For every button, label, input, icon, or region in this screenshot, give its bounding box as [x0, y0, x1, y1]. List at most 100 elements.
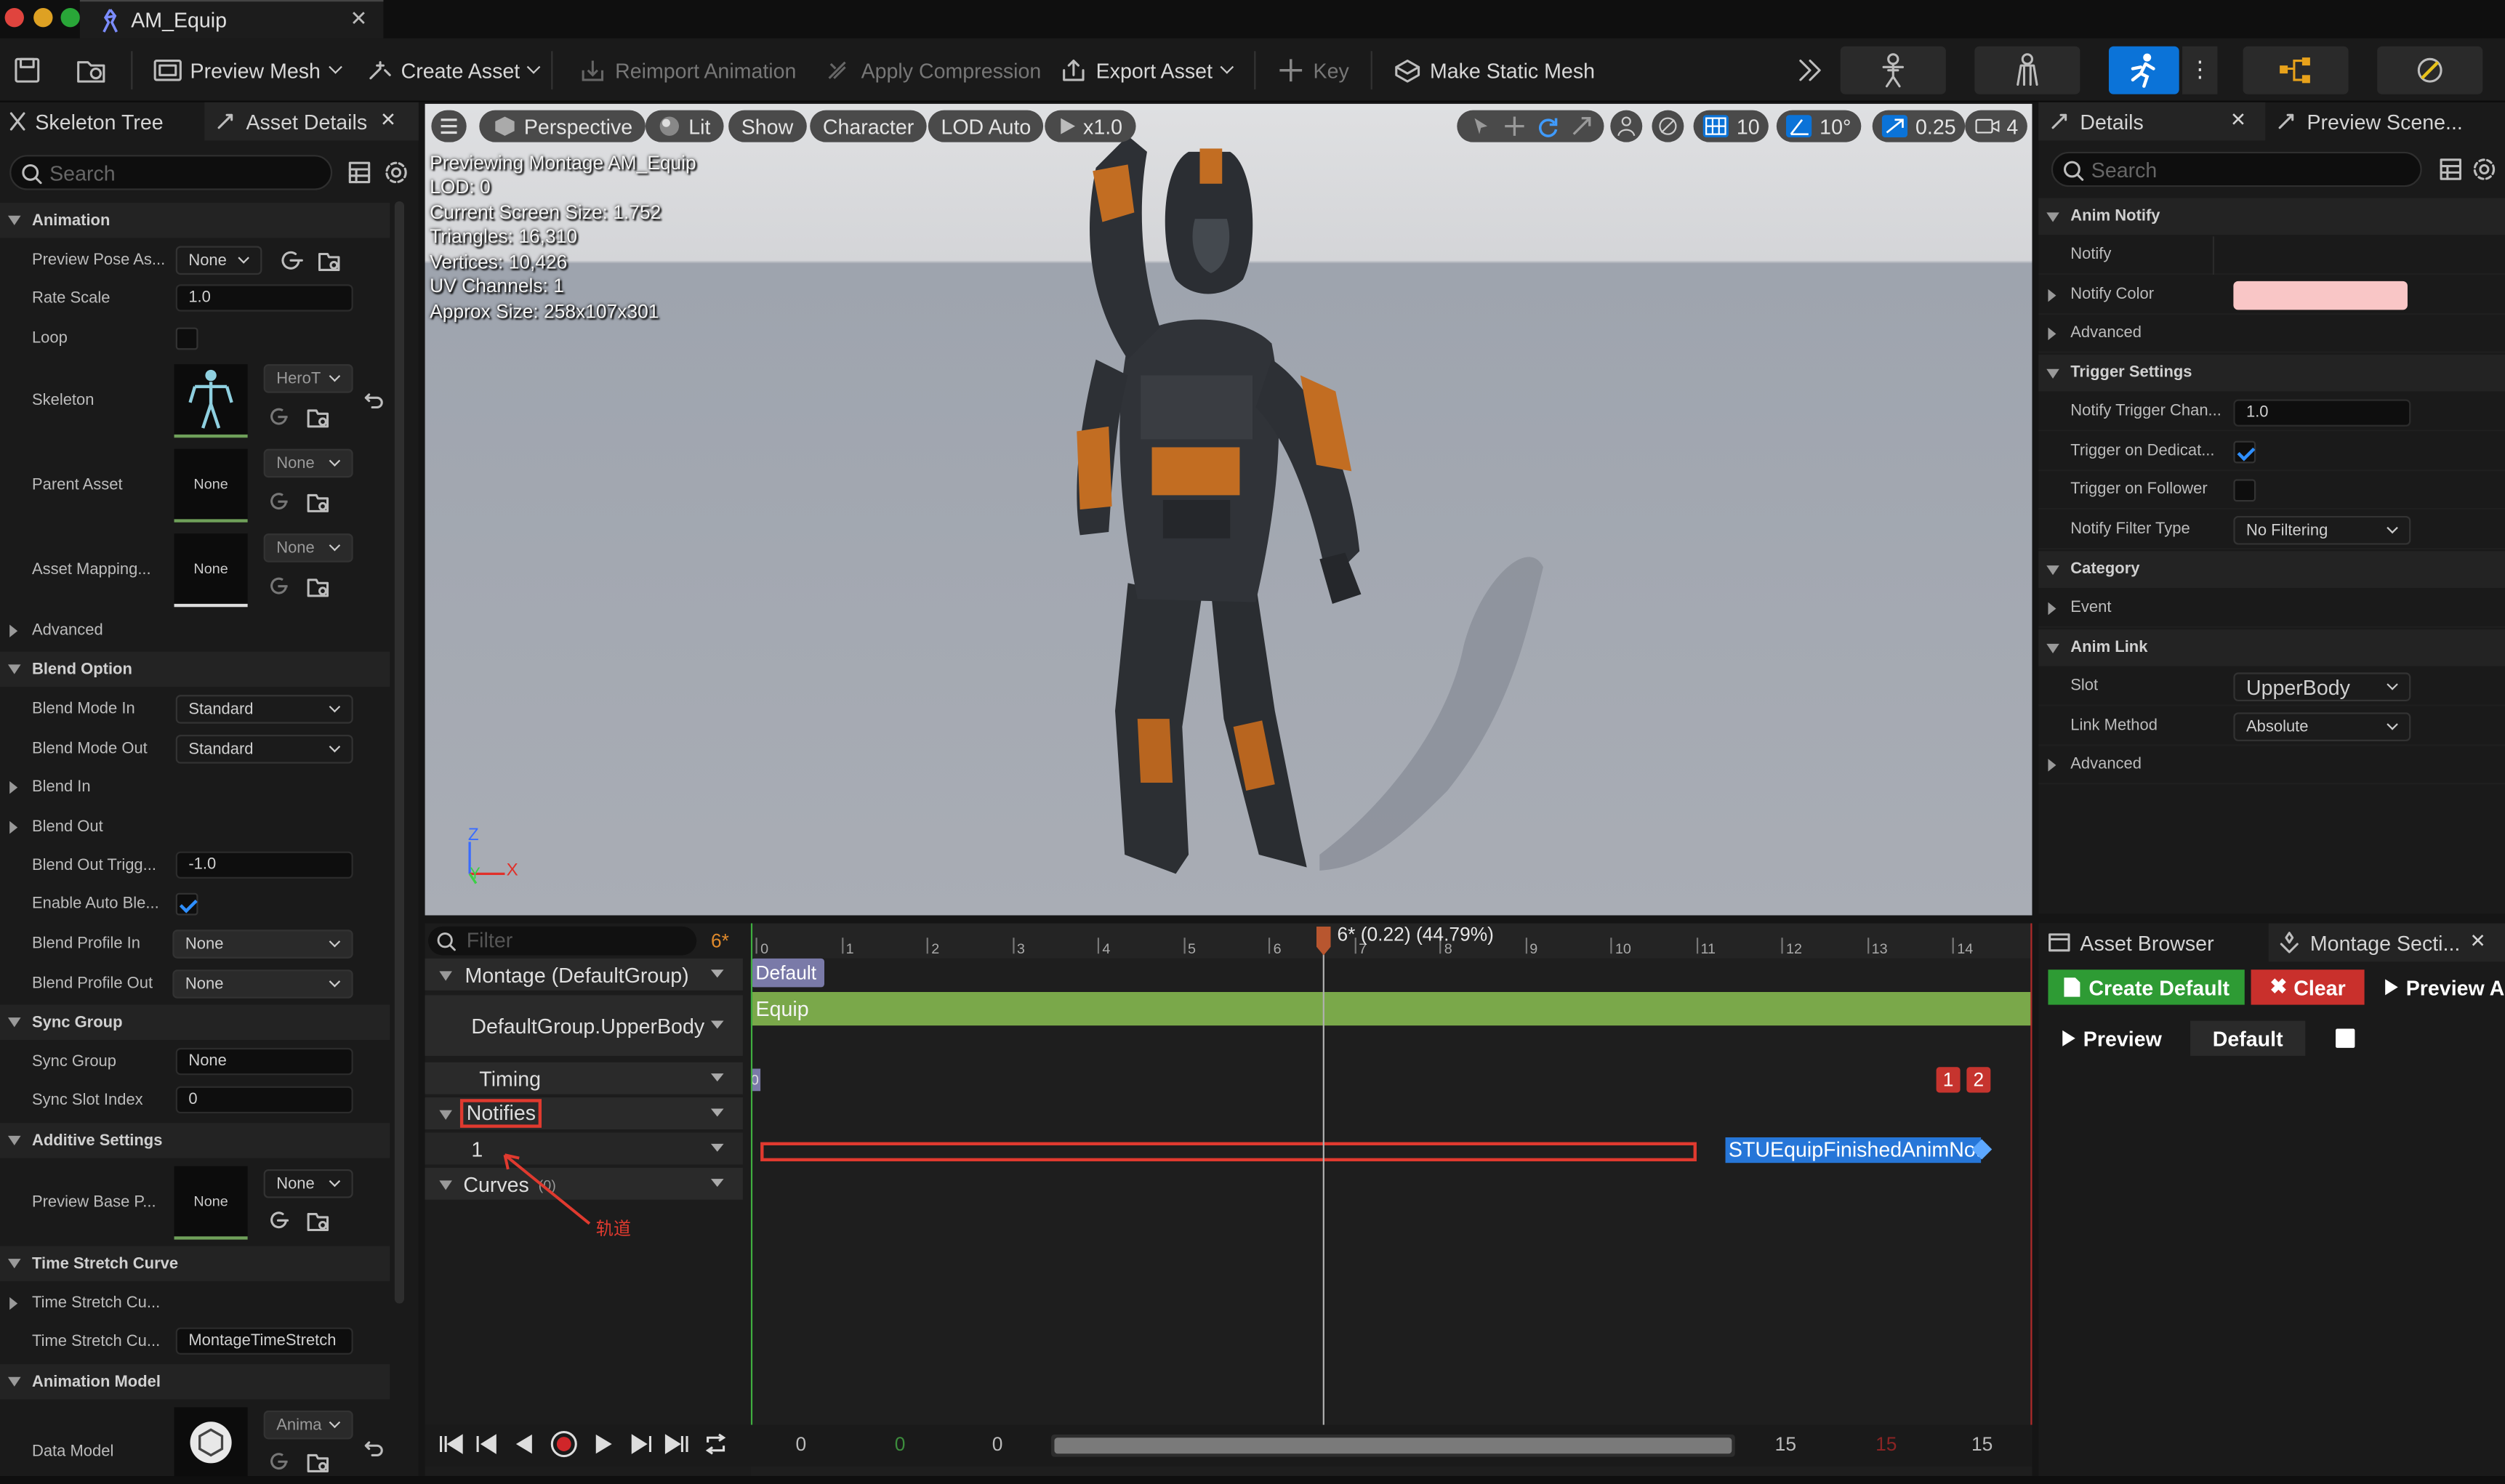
playback-start-readout[interactable]: 0: [992, 1433, 1003, 1456]
go-to-start-button[interactable]: [435, 1425, 467, 1464]
maximize-window-button[interactable]: [60, 7, 80, 28]
category-anim-notify[interactable]: Anim Notify: [2038, 198, 2505, 235]
category-blend-option[interactable]: Blend Option: [0, 651, 390, 687]
use-selected-arrow-icon[interactable]: [268, 1451, 291, 1473]
notify-filter-type-dropdown[interactable]: No Filtering: [2233, 515, 2411, 545]
more-tools-icon[interactable]: [1796, 57, 1825, 83]
tab-preview-scene[interactable]: Preview Scene...: [2275, 102, 2505, 141]
record-button[interactable]: [547, 1425, 582, 1464]
table-view-icon[interactable]: [348, 161, 371, 184]
segment-equip[interactable]: Equip: [750, 991, 2032, 1026]
lod-button[interactable]: LOD Auto: [928, 110, 1044, 142]
preview-viewport[interactable]: Perspective Lit Show Character LOD Auto …: [425, 103, 2032, 916]
close-tab-icon[interactable]: ✕: [2470, 929, 2486, 952]
category-anim-link[interactable]: Anim Link: [2038, 629, 2505, 666]
section-link-checkbox[interactable]: [2336, 1028, 2355, 1048]
parent-asset-dropdown[interactable]: None: [263, 448, 353, 478]
tab-asset-details[interactable]: Asset Details ✕: [204, 102, 419, 141]
tab-montage-sections[interactable]: Montage Secti... ✕: [2268, 923, 2505, 962]
row-advanced[interactable]: Advanced: [2038, 315, 2505, 353]
scale-icon[interactable]: [1569, 115, 1592, 137]
working-start-readout[interactable]: 0: [895, 1433, 906, 1456]
view-end-readout[interactable]: 15: [1971, 1433, 1993, 1456]
category-sync-group[interactable]: Sync Group: [0, 1004, 390, 1040]
details-right-search-input[interactable]: Search: [2051, 151, 2422, 187]
preview-button[interactable]: Preview: [2061, 1021, 2173, 1056]
blend-mode-in-dropdown[interactable]: Standard: [175, 695, 353, 724]
loop-checkbox[interactable]: [175, 327, 198, 350]
timeline-scroll-track[interactable]: [1051, 1434, 1735, 1457]
table-view-icon[interactable]: [2440, 158, 2462, 181]
category-category[interactable]: Category: [2038, 551, 2505, 588]
skeleton-mode-button[interactable]: [1840, 46, 1946, 94]
close-tab-icon[interactable]: ✕: [2230, 108, 2246, 131]
enable-auto-blend-checkbox[interactable]: [175, 892, 198, 916]
close-tab-icon[interactable]: ✕: [350, 7, 368, 32]
tab-asset-browser[interactable]: Asset Browser: [2038, 923, 2265, 961]
blueprint-mode-button[interactable]: [2243, 46, 2349, 94]
details-scrollbar[interactable]: [394, 201, 405, 1304]
minimize-window-button[interactable]: [33, 7, 53, 28]
category-time-stretch-curve[interactable]: Time Stretch Curve: [0, 1246, 390, 1281]
preview-base-dropdown[interactable]: None: [263, 1169, 353, 1198]
row-event[interactable]: Event: [2038, 589, 2505, 628]
gear-icon[interactable]: [383, 160, 409, 185]
category-additive-settings[interactable]: Additive Settings: [0, 1123, 390, 1158]
viewport-menu-button[interactable]: [431, 110, 467, 142]
camera-speed-button[interactable]: 4: [1965, 110, 2028, 142]
notify-color-swatch[interactable]: [2233, 281, 2408, 310]
step-back-button[interactable]: [470, 1425, 502, 1464]
time-stretch-curve-field[interactable]: MontageTimeStretch: [175, 1327, 353, 1355]
asset-mapping-thumbnail[interactable]: None: [174, 533, 248, 608]
blend-out-trigger-field[interactable]: -1.0: [175, 851, 353, 879]
lit-button[interactable]: Lit: [645, 110, 723, 142]
use-selected-arrow-icon[interactable]: [268, 575, 291, 597]
notify-trigger-chance-field[interactable]: 1.0: [2233, 399, 2411, 427]
world-local-toggle[interactable]: [1610, 110, 1643, 142]
sync-group-field[interactable]: None: [175, 1047, 353, 1076]
skeleton-thumbnail[interactable]: [174, 364, 248, 438]
preview-pose-dropdown[interactable]: None: [175, 246, 262, 275]
browse-folder-icon[interactable]: [305, 491, 331, 513]
loop-button[interactable]: [700, 1425, 732, 1464]
scale-snap-button[interactable]: 0.25: [1872, 110, 1966, 142]
gear-icon[interactable]: [2472, 156, 2497, 182]
rate-scale-field[interactable]: 1.0: [175, 284, 353, 312]
row-advanced[interactable]: Advanced: [0, 613, 390, 648]
blend-mode-out-dropdown[interactable]: Standard: [175, 735, 353, 764]
notify-event[interactable]: STUEquipFinishedAnimNotify: [1725, 1137, 1982, 1164]
angle-snap-button[interactable]: 10°: [1776, 110, 1861, 142]
clear-button[interactable]: ✖ Clear: [2251, 969, 2365, 1005]
use-selected-arrow-icon[interactable]: [268, 406, 291, 428]
translate-icon[interactable]: [1503, 115, 1525, 137]
trigger-follower-checkbox[interactable]: [2233, 479, 2256, 502]
asset-mapping-dropdown[interactable]: None: [263, 533, 353, 562]
timeline-filter-input[interactable]: Filter: [427, 926, 697, 956]
track-timing[interactable]: Timing: [425, 1062, 743, 1094]
preview-base-thumbnail[interactable]: None: [174, 1166, 248, 1240]
step-forward-button[interactable]: [627, 1425, 659, 1464]
section-default[interactable]: Default: [750, 958, 825, 988]
skeleton-dropdown[interactable]: HeroT: [263, 364, 353, 393]
character-button[interactable]: Character: [810, 110, 927, 142]
select-icon[interactable]: [1469, 115, 1492, 137]
browse-asset-icon[interactable]: [75, 56, 107, 85]
row-blend-in[interactable]: Blend In: [0, 770, 390, 804]
category-animation-model[interactable]: Animation Model: [0, 1364, 390, 1400]
blend-profile-in-dropdown[interactable]: None: [172, 929, 353, 959]
rotate-icon[interactable]: [1536, 115, 1559, 137]
preview-all-button[interactable]: Preview A: [2384, 969, 2505, 1004]
blend-profile-out-dropdown[interactable]: None: [172, 969, 353, 999]
trigger-dedicated-checkbox[interactable]: [2233, 440, 2256, 464]
browse-folder-icon[interactable]: [305, 406, 331, 428]
playback-end-readout[interactable]: 15: [1775, 1433, 1796, 1456]
working-end-readout[interactable]: 15: [1875, 1433, 1897, 1456]
browse-folder-icon[interactable]: [305, 1209, 331, 1232]
browse-folder-icon[interactable]: [305, 1451, 331, 1473]
tab-details[interactable]: Details ✕: [2038, 102, 2266, 141]
create-asset-button[interactable]: Create Asset: [364, 39, 542, 102]
physics-mode-button[interactable]: [2377, 46, 2483, 94]
timeline-scroll-thumb[interactable]: [1054, 1437, 1732, 1454]
timeline-track-area[interactable]: 0 1 2 3 4 5 6 7 8 9 10 11 12 13 14 Default Equip 0 1 2…: [750, 923, 2032, 1477]
show-button[interactable]: Show: [728, 110, 806, 142]
